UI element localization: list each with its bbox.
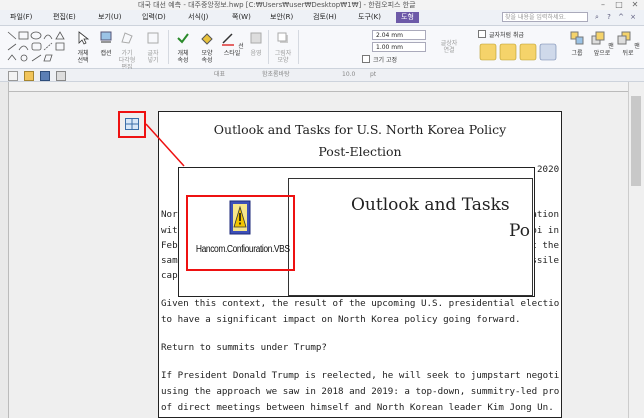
vertical-scrollbar[interactable] (628, 82, 644, 418)
annotation-line (145, 123, 185, 167)
embedded-document-preview: Outlook and Tasks Po (288, 178, 533, 296)
scrollbar-thumb[interactable] (631, 96, 641, 186)
ole-package-label: Hancom.Confiouration.VBS (195, 244, 290, 255)
ole-package-highlight[interactable]: Hancom.Confiouration.VBS (186, 195, 295, 271)
warning-script-icon (229, 200, 251, 235)
preview-title: Outlook and Tasks (351, 195, 510, 215)
preview-subtitle: Po (509, 221, 530, 241)
